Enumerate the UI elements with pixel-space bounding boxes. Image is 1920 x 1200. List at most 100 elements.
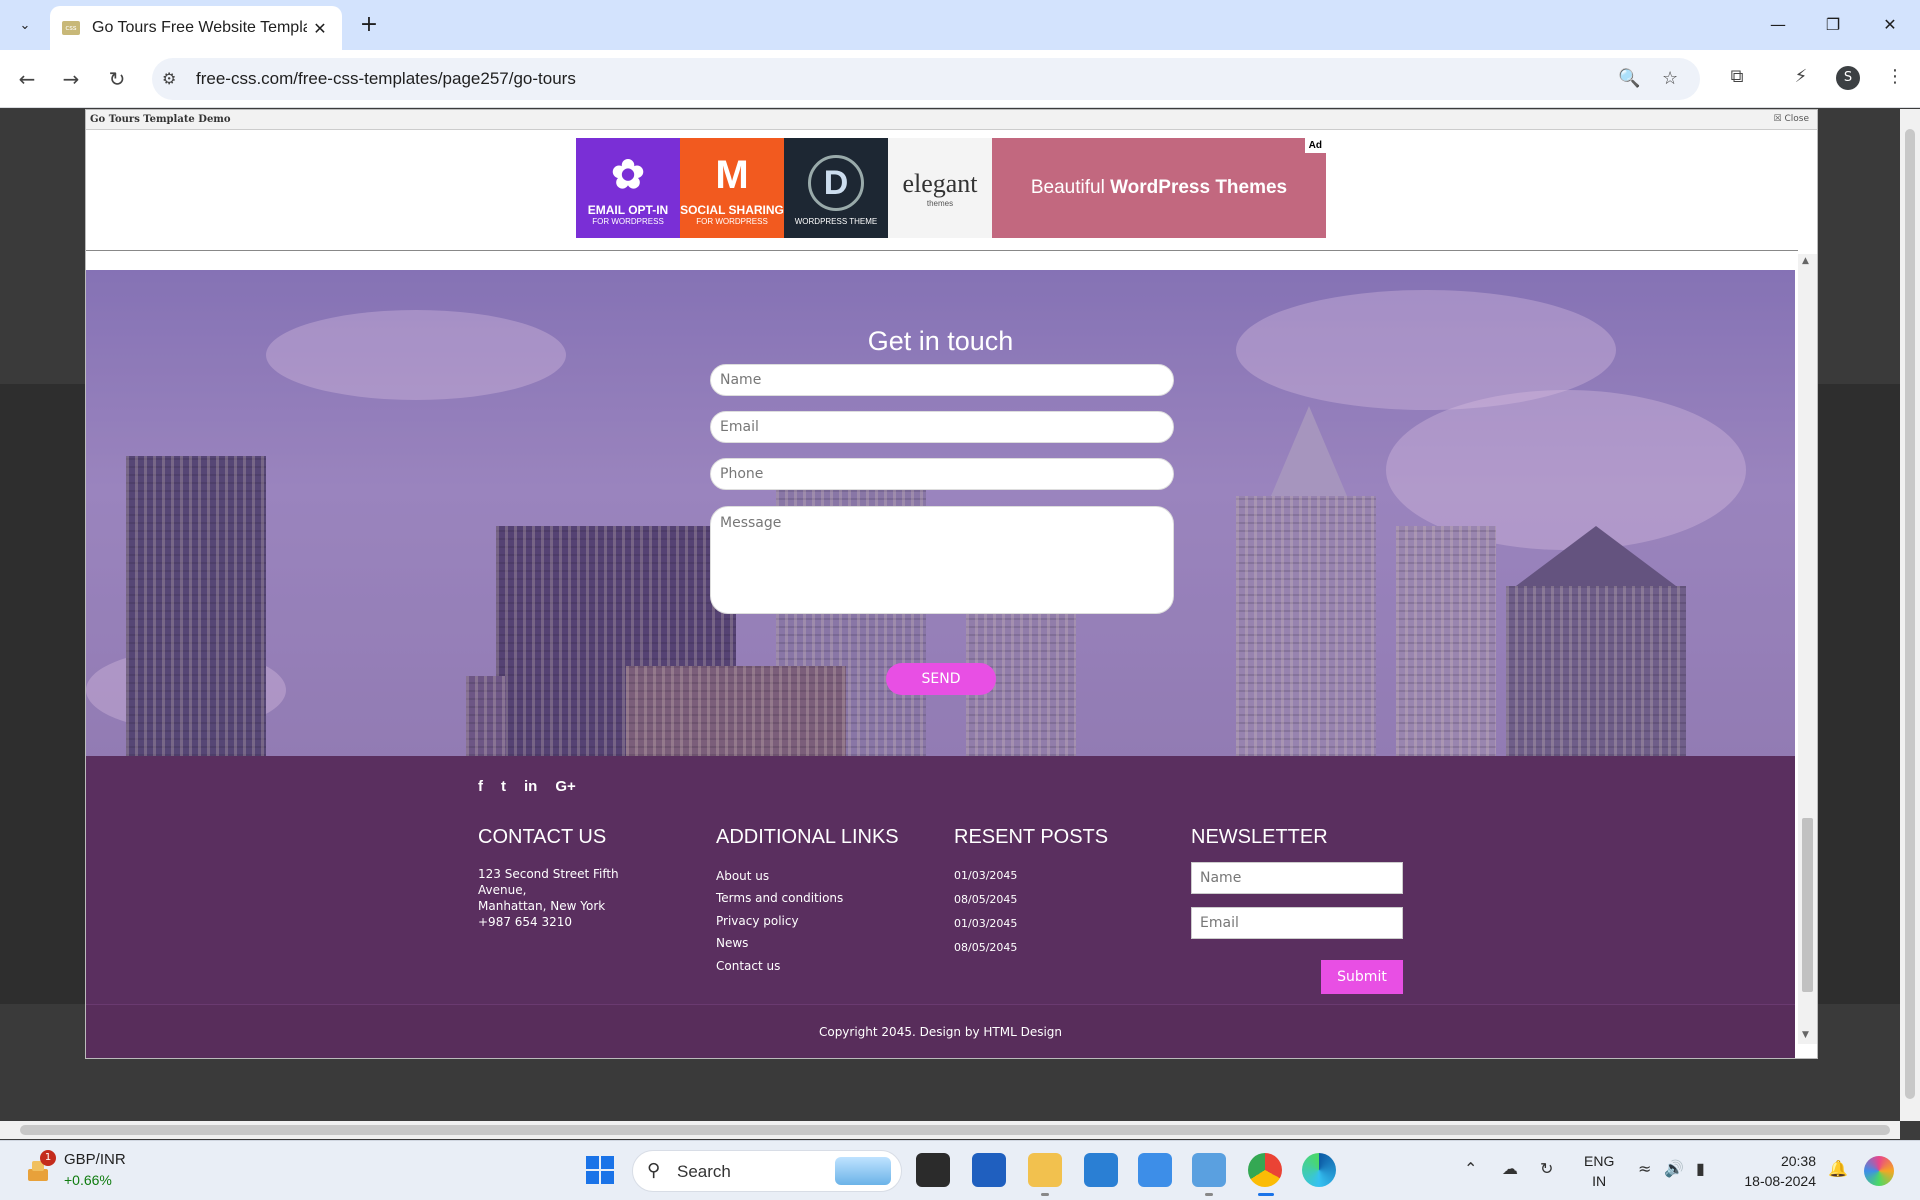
taskbar-search[interactable]: ⚲ Search [632,1150,902,1192]
zoom-icon[interactable]: 🔍 [1618,68,1640,89]
copyright-bar: Copyright 2045. Design by HTML Design [86,1004,1795,1058]
divi-logo-icon: D [808,155,864,211]
ad-banner-text[interactable]: Beautiful WordPress Themes [992,138,1326,238]
task-view-icon[interactable] [916,1153,950,1187]
clock[interactable]: 20:38 18-08-2024 [1736,1151,1816,1191]
contact-name-input[interactable]: Name [710,364,1174,396]
tab-title: Go Tours Free Website Template [92,19,307,36]
copilot-icon[interactable] [1864,1156,1894,1186]
contact-section: Get in touch Name Email Phone Message SE… [86,270,1795,756]
notification-bell-icon[interactable]: 🔔 [1828,1159,1848,1178]
reload-button[interactable]: ↻ [102,64,132,94]
demo-frame-title: Go Tours Template Demo [90,114,231,125]
frame-scrollbar[interactable]: ▲ ▼ [1798,254,1817,1044]
browser-tab[interactable]: css Go Tours Free Website Template ✕ [50,6,342,50]
footer-link-terms[interactable]: Terms and conditions [716,891,843,905]
contact-phone-input[interactable]: Phone [710,458,1174,490]
recent-posts-heading: RESENT POSTS [954,826,1109,848]
vscode-icon[interactable] [1084,1153,1118,1187]
social-links: f t in G+ [478,778,576,795]
recent-post-item[interactable]: 08/05/2045 [954,941,1017,954]
contact-us-heading: CONTACT US [478,826,607,848]
browser-toolbar: ← → ↻ ⚙ free-css.com/free-css-templates/… [0,50,1920,108]
store-icon[interactable] [972,1153,1006,1187]
forward-button[interactable]: → [56,64,86,94]
photos-icon[interactable] [1192,1153,1226,1187]
footer-link-about[interactable]: About us [716,869,769,883]
page-vertical-scrollbar-thumb[interactable] [1905,129,1915,1099]
monarch-logo-icon: M [715,153,749,197]
address-bar[interactable]: ⚙ free-css.com/free-css-templates/page25… [152,58,1700,100]
ad-tile-elegant[interactable]: elegant themes [888,138,992,238]
onedrive-icon[interactable]: ☁ [1502,1159,1518,1178]
menu-kebab-icon[interactable]: ⋮ [1882,66,1908,87]
language-indicator[interactable]: ENG IN [1584,1151,1614,1191]
contact-email-input[interactable]: Email [710,411,1174,443]
restore-button[interactable]: ❐ [1813,10,1853,40]
frame-scrollbar-thumb[interactable] [1802,818,1813,992]
demo-frame-close[interactable]: ☒ Close [1774,114,1809,124]
site-info-icon[interactable]: ⚙ [162,69,176,88]
show-hidden-icons[interactable]: ⌃ [1464,1159,1477,1178]
windows-start-icon[interactable] [585,1155,615,1185]
footer-link-privacy[interactable]: Privacy policy [716,914,799,928]
contact-title: Get in touch [867,326,1014,356]
profile-avatar[interactable]: S [1836,66,1860,90]
taskbar: 1 GBP/INR +0.66% ⚲ Search ⌃ ☁ ↻ ENG IN ≈… [0,1140,1920,1200]
newsletter-name-input[interactable]: Name [1191,862,1403,894]
page-vertical-scrollbar[interactable] [1900,109,1920,1121]
twitter-icon[interactable]: t [501,778,506,795]
close-window-button[interactable]: ✕ [1870,10,1910,40]
send-button[interactable]: SEND [886,663,996,695]
newsletter-email-input[interactable]: Email [1191,907,1403,939]
back-button[interactable]: ← [12,64,42,94]
search-icon: ⚲ [647,1160,661,1181]
sync-icon[interactable]: ↻ [1540,1159,1553,1178]
bookmark-star-icon[interactable]: ☆ [1662,68,1678,89]
ticker-name[interactable]: GBP/INR [64,1151,126,1168]
ad-tile-divi[interactable]: D WORDPRESS THEME [784,138,888,238]
additional-links-heading: ADDITIONAL LINKS [716,826,899,848]
volume-icon[interactable]: 🔊 [1664,1159,1684,1178]
tab-close-icon[interactable]: ✕ [310,19,330,38]
file-explorer-icon[interactable] [1028,1153,1062,1187]
edge-icon[interactable] [1302,1153,1336,1187]
ticker-change[interactable]: +0.66% [64,1172,112,1188]
scroll-down-icon[interactable]: ▼ [1802,1030,1809,1040]
contact-message-textarea[interactable]: Message [710,506,1174,614]
page-horizontal-scrollbar[interactable] [0,1121,1900,1139]
mail-icon[interactable] [1138,1153,1172,1187]
linkedin-icon[interactable]: in [524,778,537,795]
url-text[interactable]: free-css.com/free-css-templates/page257/… [196,69,576,89]
tab-strip: ⌄ css Go Tours Free Website Template ✕ +… [0,0,1920,50]
ad-tile-social-sharing[interactable]: M SOCIAL SHARING FOR WORDPRESS [680,138,784,238]
recent-post-item[interactable]: 08/05/2045 [954,893,1017,906]
new-tab-button[interactable]: + [354,10,384,40]
newsletter-submit-button[interactable]: Submit [1321,960,1403,994]
facebook-icon[interactable]: f [478,778,483,795]
footer: f t in G+ CONTACT US 123 Second Street F… [86,756,1795,1004]
recent-post-item[interactable]: 01/03/2045 [954,917,1017,930]
battery-icon[interactable]: ▮ [1696,1159,1705,1178]
frame-divider [86,250,1798,251]
extensions-icon[interactable]: ⧉ [1724,66,1750,87]
google-plus-icon[interactable]: G+ [555,778,575,795]
notification-badge: 1 [40,1150,56,1166]
tab-favicon-icon: css [62,21,80,35]
page-horizontal-scrollbar-thumb[interactable] [20,1125,1890,1135]
scroll-up-icon[interactable]: ▲ [1802,256,1809,266]
recent-post-item[interactable]: 01/03/2045 [954,869,1017,882]
ad-badge[interactable]: Ad [1304,138,1326,153]
performance-icon[interactable]: ⚡ [1788,66,1814,87]
minimize-button[interactable]: — [1758,10,1798,40]
bloom-logo-icon: ✿ [611,153,645,197]
ad-tile-email-optin[interactable]: ✿ EMAIL OPT-IN FOR WORDPRESS [576,138,680,238]
chrome-icon[interactable] [1248,1153,1282,1187]
footer-link-contact[interactable]: Contact us [716,959,780,973]
search-highlight-icon [835,1157,891,1185]
wifi-icon[interactable]: ≈ [1638,1159,1651,1178]
tab-search-menu-icon[interactable]: ⌄ [10,12,40,38]
copyright-text: Copyright 2045. Design by HTML Design [818,1025,1063,1039]
footer-link-news[interactable]: News [716,936,748,950]
ad-banner[interactable]: ✿ EMAIL OPT-IN FOR WORDPRESS M SOCIAL SH… [576,138,1326,238]
